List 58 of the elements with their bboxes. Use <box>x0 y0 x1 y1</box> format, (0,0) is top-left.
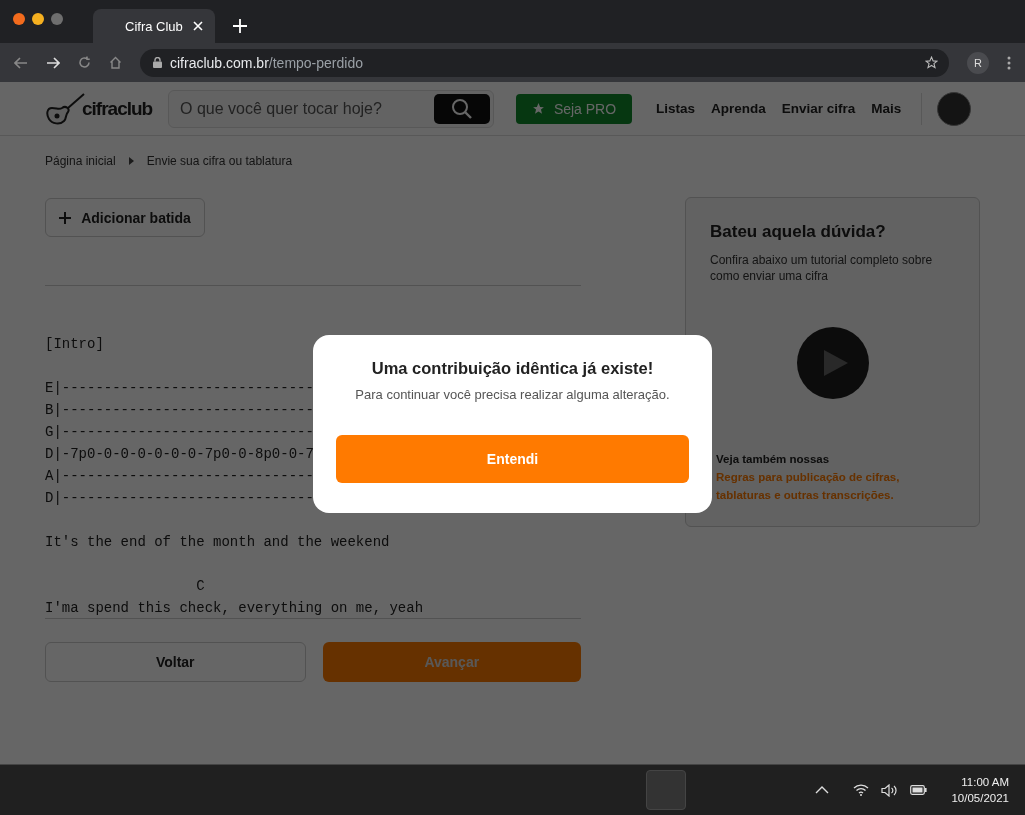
sheet-line: D|------------------------------ <box>45 489 314 508</box>
lock-icon <box>153 57 162 68</box>
sheet-line: [Intro] <box>45 335 104 354</box>
nav-link[interactable]: Enviar cifra <box>781 101 856 116</box>
sheet-line: D|-7p0-0-0-0-0-0-0-7p0-0-8p0-0-7 <box>45 445 314 464</box>
caret-icon <box>128 157 134 165</box>
chevron-up-icon[interactable] <box>815 786 830 794</box>
modal-title: Uma contribuição idêntica já existe! <box>371 359 654 378</box>
star-icon <box>531 102 545 115</box>
pro-button[interactable]: Seja PRO <box>516 93 632 124</box>
close-window-button[interactable] <box>13 13 25 25</box>
sheet-line: C <box>195 577 205 596</box>
nav-link[interactable]: Listas <box>656 101 696 116</box>
play-icon[interactable] <box>796 327 869 399</box>
card-title: Bateu aquela dúvida? <box>710 222 887 242</box>
search-field[interactable]: O que você quer tocar hoje? <box>172 98 434 119</box>
speaker-icon[interactable] <box>881 783 899 797</box>
address-bar[interactable]: cifraclub.com.br/tempo-perdido <box>140 48 949 77</box>
battery-icon[interactable] <box>910 785 928 795</box>
clock-date[interactable]: 10/05/2021 <box>951 790 1009 806</box>
user-avatar[interactable] <box>937 91 972 126</box>
close-icon[interactable] <box>193 21 203 31</box>
sheet-line: E|------------------------------ <box>45 379 314 398</box>
bookmark-star-icon[interactable] <box>925 56 938 69</box>
nav-link[interactable]: Aprenda <box>711 101 766 116</box>
breadcrumb-link[interactable]: Envie sua cifra ou tablatura <box>146 154 293 168</box>
plus-icon <box>59 211 72 224</box>
profile-avatar[interactable]: R <box>967 51 989 74</box>
sheet-line: It's the end of the month and the weekend <box>45 533 390 552</box>
search-button[interactable] <box>434 93 490 124</box>
reload-icon[interactable] <box>78 56 91 69</box>
rules-link[interactable]: Regras para publicação de cifras, tablaturas e outras transcrições. <box>716 468 955 504</box>
back-button[interactable]: Voltar <box>45 642 306 682</box>
home-icon[interactable] <box>109 56 122 69</box>
sheet-line: G|------------------------------ <box>45 423 314 442</box>
new-tab-icon[interactable] <box>233 19 247 33</box>
search-bar[interactable]: O que você quer tocar hoje? <box>168 89 494 128</box>
card-text: Confira abaixo um tutorial completo sobre como enviar uma cifra <box>710 252 934 284</box>
url-text: cifraclub.com.br/tempo-perdido <box>170 54 364 71</box>
modal-message: Para continuar você precisa realizar alguma alteração. <box>355 387 670 402</box>
maximize-window-button[interactable] <box>51 13 63 25</box>
forward-icon[interactable] <box>46 56 60 69</box>
wifi-icon[interactable] <box>853 784 870 796</box>
sheet-line: B|------------------------------ <box>45 401 314 420</box>
nav-link[interactable]: Mais <box>871 101 902 116</box>
sheet-line: I'ma spend this check, everything on me, yeah <box>45 599 424 618</box>
add-strum-button[interactable]: Adicionar batida <box>45 198 205 237</box>
browser-tab[interactable]: Cifra Club <box>93 9 215 43</box>
sheet-line: A|------------------------------ <box>45 467 314 486</box>
clock-time[interactable]: 11:00 AM <box>961 774 1009 790</box>
back-icon[interactable] <box>14 56 28 69</box>
card-note: Veja também nossas Regras para publicação de cifras, tablaturas e outras transcrições. <box>716 450 955 504</box>
search-icon <box>451 97 473 120</box>
confirm-button[interactable]: Entendi <box>336 435 689 483</box>
menu-icon[interactable] <box>1007 55 1011 70</box>
logo-text[interactable]: cifraclub <box>82 97 153 120</box>
minimize-window-button[interactable] <box>32 13 44 25</box>
breadcrumb-link[interactable]: Página inicial <box>45 154 116 168</box>
